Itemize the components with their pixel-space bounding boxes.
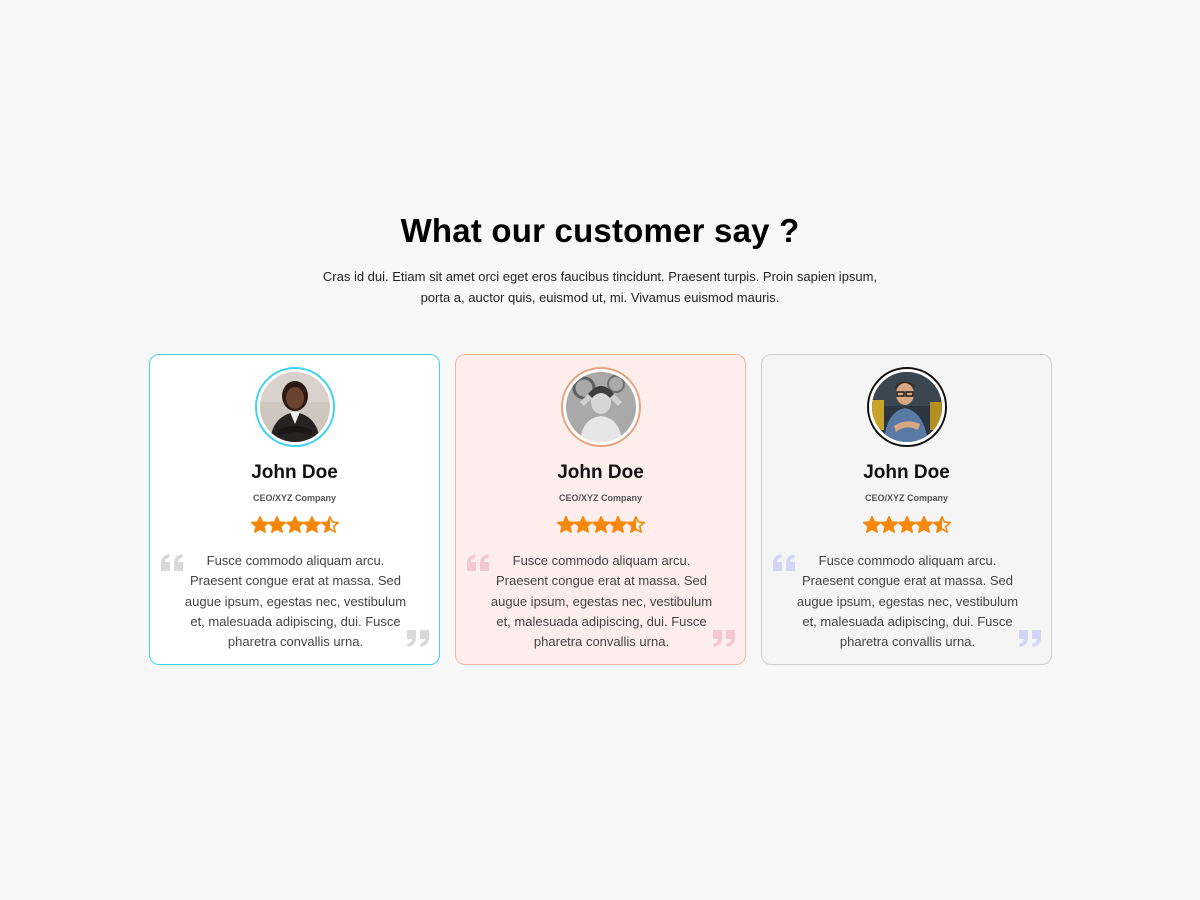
avatar [867,367,947,447]
section-title: What our customer say ? [400,212,800,249]
testimonial-card: John Doe CEO/XYZ Company Fusce commodo a… [455,354,746,665]
customer-photo [566,372,636,442]
star-full-icon [574,516,592,533]
open-quote-icon [467,554,490,571]
customer-name: John Doe [251,462,338,483]
avatar [561,367,641,447]
customer-role: CEO/XYZ Company [252,493,336,503]
testimonial-card: John Doe CEO/XYZ Company Fusce commodo a… [761,354,1052,665]
customer-role: CEO/XYZ Company [558,493,642,503]
star-half-icon [626,516,645,533]
testimonial-text: Fusce commodo aliquam arcu. Praesent con… [490,553,713,650]
customer-photo [872,372,942,442]
customer-role: CEO/XYZ Company [864,493,948,503]
testimonial-text: Fusce commodo aliquam arcu. Praesent con… [184,553,407,650]
customer-name: John Doe [863,462,950,483]
star-full-icon [556,516,575,533]
star-full-icon [591,516,610,533]
star-half-icon [932,516,951,533]
star-full-icon [880,516,898,533]
close-quote-icon [406,630,429,647]
star-full-icon [268,516,286,533]
testimonial-card: John Doe CEO/XYZ Company Fusce commodo a… [149,354,440,665]
star-rating [456,516,745,536]
close-quote-icon [1018,630,1041,647]
testimonials-section: What our customer say ? Cras id dui. Eti… [0,0,1200,900]
customer-photo [260,372,330,442]
star-full-icon [915,516,933,533]
star-full-icon [303,516,321,533]
close-quote-icon [712,630,735,647]
customer-name: John Doe [557,462,644,483]
star-full-icon [285,516,304,533]
star-half-icon [320,516,339,533]
star-rating [762,516,1051,536]
open-quote-icon [773,554,796,571]
star-rating [150,516,439,536]
star-full-icon [897,516,916,533]
star-full-icon [862,516,881,533]
open-quote-icon [161,554,184,571]
star-full-icon [250,516,269,533]
star-full-icon [609,516,627,533]
testimonial-text: Fusce commodo aliquam arcu. Praesent con… [796,553,1019,650]
avatar [255,367,335,447]
section-subtitle: Cras id dui. Etiam sit amet orci eget er… [322,269,878,305]
